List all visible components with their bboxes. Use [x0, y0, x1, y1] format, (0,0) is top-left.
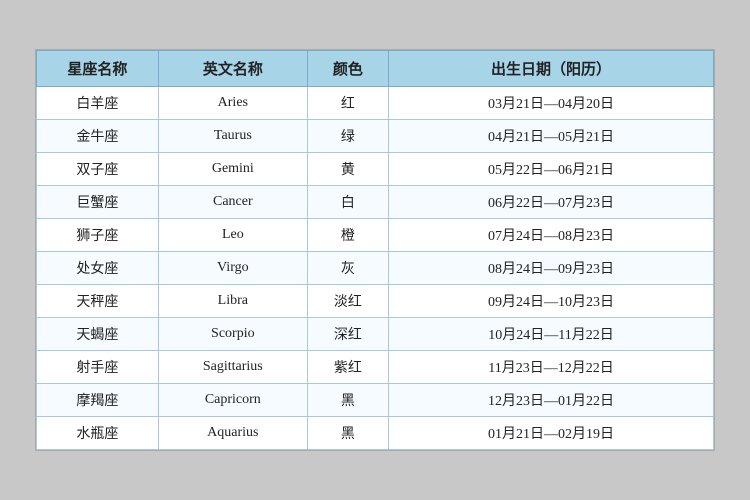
- cell-en: Aries: [158, 87, 307, 120]
- header-zh: 星座名称: [37, 51, 159, 87]
- cell-color: 红: [307, 87, 388, 120]
- table-row: 双子座Gemini黄05月22日—06月21日: [37, 153, 714, 186]
- cell-date: 09月24日—10月23日: [389, 285, 714, 318]
- cell-color: 黑: [307, 384, 388, 417]
- cell-date: 12月23日—01月22日: [389, 384, 714, 417]
- cell-date: 10月24日—11月22日: [389, 318, 714, 351]
- table-header-row: 星座名称 英文名称 颜色 出生日期（阳历）: [37, 51, 714, 87]
- cell-date: 07月24日—08月23日: [389, 219, 714, 252]
- cell-zh: 天蝎座: [37, 318, 159, 351]
- cell-color: 深红: [307, 318, 388, 351]
- table-row: 白羊座Aries红03月21日—04月20日: [37, 87, 714, 120]
- cell-date: 06月22日—07月23日: [389, 186, 714, 219]
- cell-en: Libra: [158, 285, 307, 318]
- cell-en: Gemini: [158, 153, 307, 186]
- cell-date: 04月21日—05月21日: [389, 120, 714, 153]
- cell-date: 11月23日—12月22日: [389, 351, 714, 384]
- cell-zh: 双子座: [37, 153, 159, 186]
- table-row: 处女座Virgo灰08月24日—09月23日: [37, 252, 714, 285]
- zodiac-table-container: 星座名称 英文名称 颜色 出生日期（阳历） 白羊座Aries红03月21日—04…: [35, 49, 715, 451]
- table-row: 射手座Sagittarius紫红11月23日—12月22日: [37, 351, 714, 384]
- cell-date: 03月21日—04月20日: [389, 87, 714, 120]
- cell-color: 白: [307, 186, 388, 219]
- cell-en: Leo: [158, 219, 307, 252]
- cell-date: 08月24日—09月23日: [389, 252, 714, 285]
- cell-color: 淡红: [307, 285, 388, 318]
- cell-zh: 处女座: [37, 252, 159, 285]
- header-en: 英文名称: [158, 51, 307, 87]
- cell-zh: 金牛座: [37, 120, 159, 153]
- cell-en: Virgo: [158, 252, 307, 285]
- cell-zh: 白羊座: [37, 87, 159, 120]
- table-row: 天蝎座Scorpio深红10月24日—11月22日: [37, 318, 714, 351]
- cell-date: 05月22日—06月21日: [389, 153, 714, 186]
- table-body: 白羊座Aries红03月21日—04月20日金牛座Taurus绿04月21日—0…: [37, 87, 714, 450]
- cell-color: 灰: [307, 252, 388, 285]
- table-row: 摩羯座Capricorn黑12月23日—01月22日: [37, 384, 714, 417]
- table-row: 金牛座Taurus绿04月21日—05月21日: [37, 120, 714, 153]
- cell-en: Sagittarius: [158, 351, 307, 384]
- cell-zh: 水瓶座: [37, 417, 159, 450]
- cell-en: Aquarius: [158, 417, 307, 450]
- table-row: 巨蟹座Cancer白06月22日—07月23日: [37, 186, 714, 219]
- cell-date: 01月21日—02月19日: [389, 417, 714, 450]
- cell-color: 黑: [307, 417, 388, 450]
- cell-color: 橙: [307, 219, 388, 252]
- cell-zh: 摩羯座: [37, 384, 159, 417]
- zodiac-table: 星座名称 英文名称 颜色 出生日期（阳历） 白羊座Aries红03月21日—04…: [36, 50, 714, 450]
- cell-color: 绿: [307, 120, 388, 153]
- cell-zh: 狮子座: [37, 219, 159, 252]
- cell-color: 黄: [307, 153, 388, 186]
- header-date: 出生日期（阳历）: [389, 51, 714, 87]
- table-row: 天秤座Libra淡红09月24日—10月23日: [37, 285, 714, 318]
- header-color: 颜色: [307, 51, 388, 87]
- cell-en: Cancer: [158, 186, 307, 219]
- cell-en: Capricorn: [158, 384, 307, 417]
- cell-en: Taurus: [158, 120, 307, 153]
- cell-zh: 天秤座: [37, 285, 159, 318]
- cell-color: 紫红: [307, 351, 388, 384]
- table-row: 狮子座Leo橙07月24日—08月23日: [37, 219, 714, 252]
- table-row: 水瓶座Aquarius黑01月21日—02月19日: [37, 417, 714, 450]
- cell-zh: 巨蟹座: [37, 186, 159, 219]
- cell-en: Scorpio: [158, 318, 307, 351]
- cell-zh: 射手座: [37, 351, 159, 384]
